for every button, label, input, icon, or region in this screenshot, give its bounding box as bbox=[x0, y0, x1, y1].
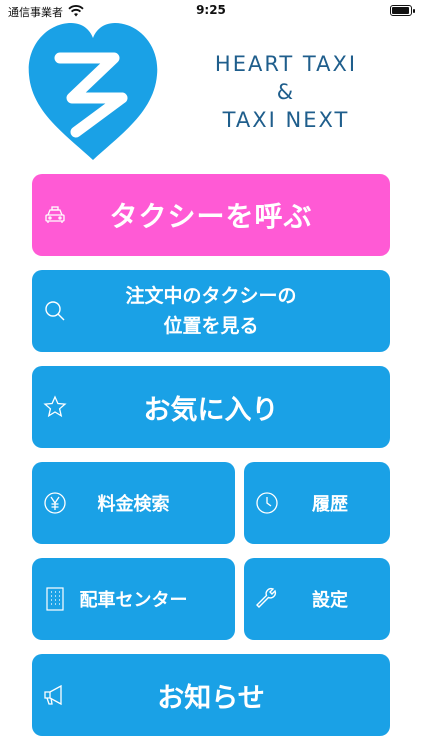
megaphone-icon bbox=[42, 682, 68, 708]
track-label-line-1: 注文中のタクシーの bbox=[125, 285, 297, 307]
yen-icon bbox=[42, 490, 68, 516]
wrench-icon bbox=[254, 586, 280, 612]
brand-line-2: & bbox=[276, 80, 296, 104]
building-icon bbox=[42, 586, 68, 612]
track-taxi-label: 注文中のタクシーの 位置を見る bbox=[125, 281, 296, 341]
track-taxi-button[interactable]: 注文中のタクシーの 位置を見る bbox=[32, 270, 390, 352]
notices-button[interactable]: お知らせ bbox=[32, 654, 390, 736]
fare-search-button[interactable]: 料金検索 bbox=[32, 462, 235, 544]
taxi-icon bbox=[42, 202, 68, 228]
history-button[interactable]: 履歴 bbox=[244, 462, 390, 544]
battery-icon bbox=[390, 5, 415, 16]
fare-search-label: 料金検索 bbox=[97, 494, 170, 515]
favorites-button[interactable]: お気に入り bbox=[32, 366, 390, 448]
status-bar: 通信事業者 9:25 bbox=[0, 0, 422, 22]
clock-icon bbox=[254, 490, 280, 516]
brand-title: HEART TAXI & TAXI NEXT bbox=[168, 50, 404, 134]
heart-logo bbox=[26, 20, 160, 162]
brand-line-3: TAXI NEXT bbox=[222, 108, 350, 132]
settings-label: 設定 bbox=[312, 590, 348, 611]
favorites-label: お気に入り bbox=[143, 394, 279, 426]
settings-button[interactable]: 設定 bbox=[244, 558, 390, 640]
track-label-line-2: 位置を見る bbox=[163, 315, 259, 337]
dispatch-center-button[interactable]: 配車センター bbox=[32, 558, 235, 640]
call-taxi-button[interactable]: タクシーを呼ぶ bbox=[32, 174, 390, 256]
clock-time: 9:25 bbox=[196, 3, 226, 17]
star-icon bbox=[42, 394, 68, 420]
dispatch-center-label: 配車センター bbox=[79, 590, 188, 611]
history-label: 履歴 bbox=[312, 494, 348, 515]
notices-label: お知らせ bbox=[157, 682, 265, 714]
call-taxi-label: タクシーを呼ぶ bbox=[109, 200, 313, 233]
search-icon bbox=[42, 298, 68, 324]
brand-line-1: HEART TAXI bbox=[214, 52, 358, 76]
